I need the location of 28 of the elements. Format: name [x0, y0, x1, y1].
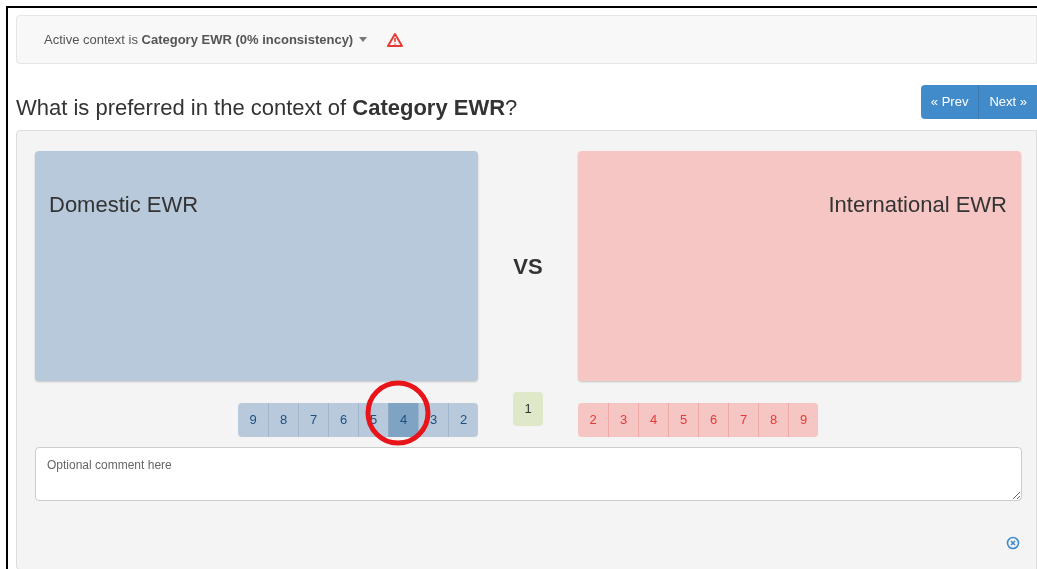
- context-dropdown[interactable]: Active context is Category EWR (0% inconsistency): [44, 29, 368, 50]
- option-label: International EWR: [828, 192, 1007, 217]
- option-card[interactable]: Domestic EWR: [35, 151, 478, 381]
- scale-button[interactable]: 6: [698, 403, 728, 437]
- scale-button[interactable]: 7: [298, 403, 328, 437]
- scale-button[interactable]: 4: [388, 403, 418, 437]
- scale-button[interactable]: 9: [238, 403, 268, 437]
- warning-icon[interactable]: [387, 32, 404, 47]
- close-icon[interactable]: [1006, 536, 1020, 550]
- scale-button[interactable]: 7: [728, 403, 758, 437]
- versus-label: VS: [513, 252, 543, 281]
- option-label: Domestic EWR: [49, 192, 199, 217]
- comment-field[interactable]: Optional comment here: [35, 447, 1022, 501]
- scale-button[interactable]: 2: [448, 403, 478, 437]
- next-button[interactable]: Next »: [978, 84, 1037, 119]
- scale-button[interactable]: 2: [578, 403, 608, 437]
- scale-button[interactable]: 5: [668, 403, 698, 437]
- scale-button[interactable]: 9: [788, 403, 818, 437]
- scale-button[interactable]: 6: [328, 403, 358, 437]
- equal-button[interactable]: 1: [513, 392, 543, 426]
- prev-button[interactable]: « Prev: [920, 84, 979, 119]
- scale-button[interactable]: 3: [608, 403, 638, 437]
- caret-icon: [359, 37, 368, 42]
- question-heading: What is preferred in the context of Category EWR?: [16, 94, 518, 122]
- scale-button[interactable]: 4: [638, 403, 668, 437]
- scale-button[interactable]: 8: [758, 403, 788, 437]
- option-card[interactable]: International EWR: [578, 151, 1021, 381]
- scale-button[interactable]: 8: [268, 403, 298, 437]
